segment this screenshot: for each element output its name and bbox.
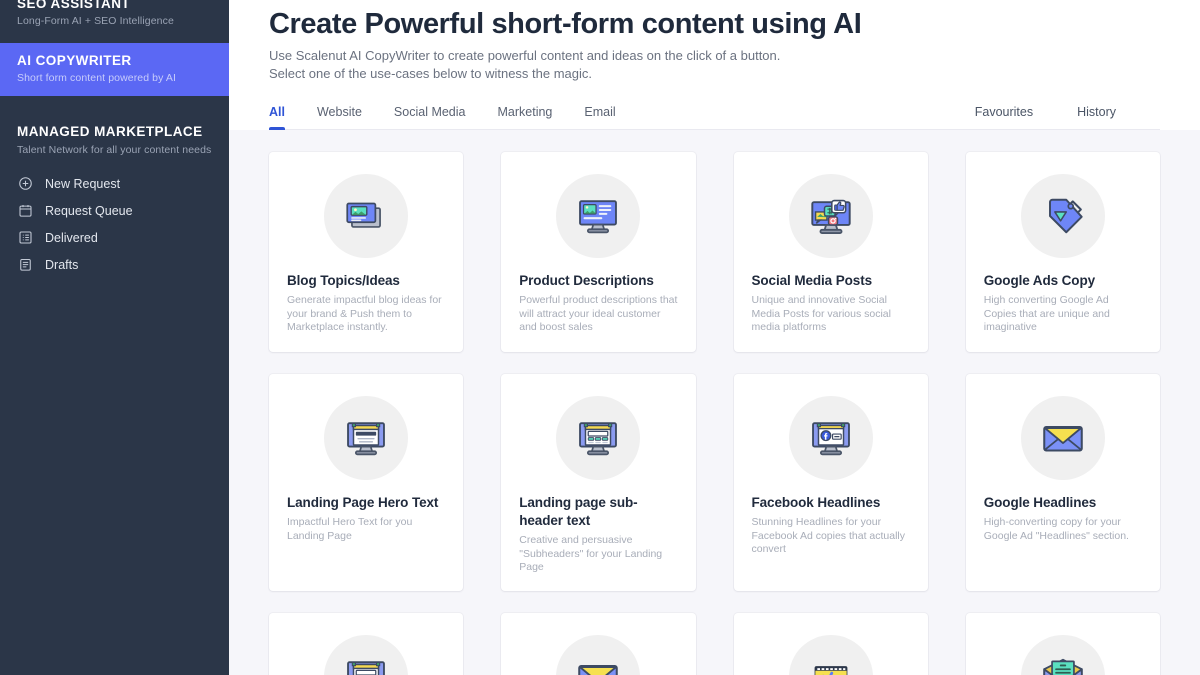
tab-website[interactable]: Website (317, 104, 362, 129)
card-row3-2[interactable] (501, 612, 696, 675)
monitor-subheader-icon (556, 396, 641, 480)
envelope-yellow-icon (1020, 396, 1105, 480)
card-description: Impactful Hero Text for you Landing Page (287, 516, 413, 542)
monitor-subheader-icon (324, 634, 409, 675)
card-product-descriptions[interactable]: Product Descriptions Powerful product de… (501, 152, 696, 352)
plus-circle-icon (18, 176, 33, 191)
card-description: Stunning Headlines for your Facebook Ad … (751, 516, 906, 555)
monitor-facebook-icon (788, 396, 873, 480)
card-title: Facebook Headlines (751, 495, 881, 510)
tab-marketing[interactable]: Marketing (498, 104, 553, 129)
managed-marketplace-title: MANAGED MARKETPLACE (17, 124, 203, 139)
seo-assistant-subtitle: Long-Form AI + SEO Intelligence (17, 15, 174, 27)
card-description: Generate impactful blog ideas for your b… (287, 294, 442, 333)
seo-assistant-title: SEO ASSISTANT (17, 0, 131, 11)
card-description: Creative and persuasive "Subheaders" for… (519, 534, 663, 573)
card-description: Unique and innovative Social Media Posts… (751, 294, 891, 333)
page-subtitle-line-2: Select one of the use-cases below to wit… (269, 66, 593, 81)
main-content: Create Powerful short-form content using… (229, 0, 1200, 675)
tabs-right-group: Favourites History (931, 104, 1116, 129)
card-title: Product Descriptions (519, 273, 654, 288)
ai-copywriter-subtitle: Short form content powered by AI (17, 72, 177, 84)
tab-bar: All Website Social Media Marketing Email… (269, 104, 1160, 130)
sidebar-item-label: Request Queue (45, 203, 133, 218)
managed-marketplace-subtitle: Talent Network for all your content need… (17, 144, 212, 156)
sidebar-item-request-queue[interactable]: Request Queue (0, 197, 229, 224)
sidebar-item-seo-assistant[interactable]: SEO ASSISTANT Long-Form AI + SEO Intelli… (0, 0, 229, 28)
price-tags-icon (1020, 174, 1105, 258)
ai-copywriter-title: AI COPYWRITER (17, 53, 132, 68)
sidebar-item-label: Drafts (45, 257, 79, 272)
sidebar-item-ai-copywriter[interactable]: AI COPYWRITER Short form content powered… (0, 43, 229, 96)
grid-list-icon (18, 230, 33, 245)
card-blog-topics-ideas[interactable]: Blog Topics/Ideas Generate impactful blo… (269, 152, 464, 352)
sidebar-item-new-request[interactable]: New Request (0, 170, 229, 197)
card-google-ads-copy[interactable]: Google Ads Copy High converting Google A… (965, 152, 1160, 352)
sidebar-section-managed-marketplace[interactable]: MANAGED MARKETPLACE Talent Network for a… (0, 124, 229, 157)
card-landing-page-hero-text[interactable]: Landing Page Hero Text Impactful Hero Te… (269, 374, 464, 591)
card-social-media-posts[interactable]: Social Media Posts Unique and innovative… (733, 152, 928, 352)
page-header: Create Powerful short-form content using… (229, 0, 1200, 130)
envelope-yellow-icon (556, 634, 641, 675)
page-subtitle-line-1: Use Scalenut AI CopyWriter to create pow… (269, 48, 781, 63)
monitor-hero-icon (324, 396, 409, 480)
card-title: Blog Topics/Ideas (287, 273, 400, 288)
tabs-left-group: All Website Social Media Marketing Email (269, 104, 648, 130)
tab-social-media[interactable]: Social Media (394, 104, 466, 129)
card-row3-4[interactable] (965, 612, 1160, 675)
sidebar-nav: New Request Request Queue Delivered Draf… (0, 170, 229, 278)
monitor-social-icon (788, 174, 873, 258)
app-root: SEO ASSISTANT Long-Form AI + SEO Intelli… (0, 0, 1200, 675)
card-title: Google Ads Copy (983, 273, 1096, 288)
card-row3-3[interactable] (733, 612, 928, 675)
card-description: High converting Google Ad Copies that ar… (983, 294, 1110, 333)
stacked-images-icon (324, 174, 409, 258)
card-title: Google Headlines (983, 495, 1097, 510)
film-scissors-icon (788, 634, 873, 675)
tab-history[interactable]: History (1077, 104, 1116, 129)
page-title: Create Powerful short-form content using… (269, 8, 862, 40)
card-landing-page-sub-header-text[interactable]: Landing page sub-header text Creative an… (501, 374, 696, 591)
tab-favourites[interactable]: Favourites (975, 104, 1033, 129)
use-case-card-grid: Blog Topics/Ideas Generate impactful blo… (269, 130, 1160, 675)
tab-all[interactable]: All (269, 104, 285, 130)
card-title: Landing page sub-header text (519, 495, 638, 528)
card-row3-1[interactable] (269, 612, 464, 675)
sidebar-item-drafts[interactable]: Drafts (0, 251, 229, 278)
clipboard-icon (18, 257, 33, 272)
card-description: High-converting copy for your Google Ad … (983, 516, 1129, 542)
sidebar-item-label: Delivered (45, 230, 98, 245)
sidebar-item-label: New Request (45, 176, 121, 191)
tab-email[interactable]: Email (584, 104, 615, 129)
sidebar: SEO ASSISTANT Long-Form AI + SEO Intelli… (0, 0, 229, 675)
calendar-icon (18, 203, 33, 218)
monitor-product-icon (556, 174, 641, 258)
envelope-letter-icon (1020, 634, 1105, 675)
card-facebook-headlines[interactable]: Facebook Headlines Stunning Headlines fo… (733, 374, 928, 591)
cards-scroll-area[interactable]: Blog Topics/Ideas Generate impactful blo… (229, 130, 1200, 675)
sidebar-item-delivered[interactable]: Delivered (0, 224, 229, 251)
card-description: Powerful product descriptions that will … (519, 294, 678, 333)
card-title: Landing Page Hero Text (287, 495, 439, 510)
card-google-headlines[interactable]: Google Headlines High-converting copy fo… (965, 374, 1160, 591)
card-title: Social Media Posts (751, 273, 873, 288)
